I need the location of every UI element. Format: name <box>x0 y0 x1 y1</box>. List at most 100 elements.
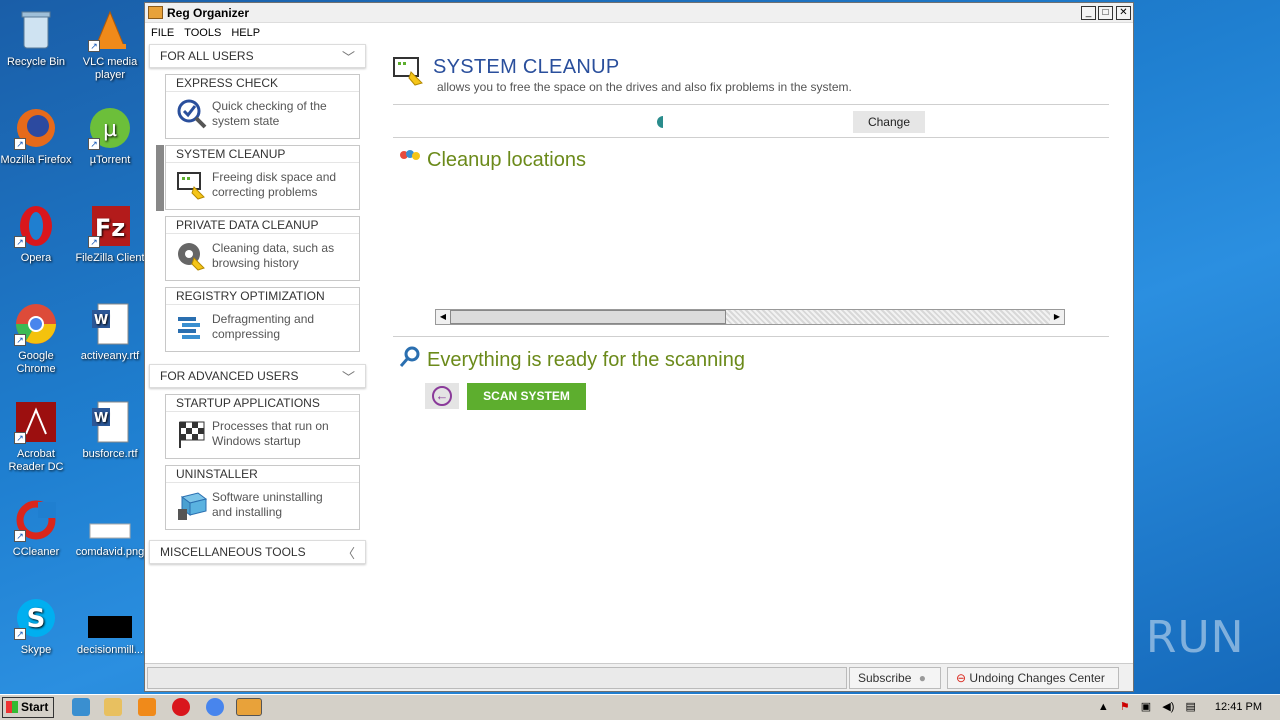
chrome-taskbar-icon[interactable] <box>206 698 224 716</box>
vlc-icon: ↗ <box>88 8 132 52</box>
cleanup-locations-label: Cleanup locations <box>427 148 586 171</box>
title-bar[interactable]: Reg Organizer _ □ ✕ <box>145 3 1133 23</box>
firefox-icon: ↗ <box>14 106 58 150</box>
desktop-icon-comdavid-png[interactable]: comdavid.png <box>74 498 146 559</box>
card-registry-optimization[interactable]: REGISTRY OPTIMIZATION Defragmenting and … <box>165 287 360 352</box>
menu-bar: FILE TOOLS HELP <box>145 23 1133 43</box>
card-uninstaller[interactable]: UNINSTALLER Software uninstalling and in… <box>165 465 360 530</box>
card-desc-line1: Cleaning data, such as <box>212 241 335 255</box>
undo-icon: ⊖ <box>956 671 967 685</box>
close-button[interactable]: ✕ <box>1116 6 1131 20</box>
acrobat-icon: ↗ <box>14 400 58 444</box>
image-file-icon <box>88 498 132 542</box>
divider <box>393 104 1109 105</box>
card-desc-line1: Processes that run on <box>212 419 329 433</box>
start-button[interactable]: Start <box>2 697 54 718</box>
undoing-changes-center-button[interactable]: ⊖ Undoing Changes Center <box>947 667 1119 689</box>
shortcut-arrow-icon: ↗ <box>14 334 26 346</box>
undo-center-label: Undoing Changes Center <box>969 671 1105 685</box>
page-header: SYSTEM CLEANUP allows you to free the sp… <box>393 44 1109 94</box>
word-document-icon: W <box>88 400 132 444</box>
window-title: Reg Organizer <box>167 5 250 20</box>
maximize-button[interactable]: □ <box>1098 6 1113 20</box>
desktop-icon-busforce-rtf[interactable]: W busforce.rtf <box>74 400 146 461</box>
section-miscellaneous-tools[interactable]: MISCELLANEOUS TOOLS 〈 <box>149 540 366 564</box>
menu-file[interactable]: FILE <box>151 27 174 39</box>
card-startup-applications[interactable]: STARTUP APPLICATIONS Processes that run … <box>165 394 360 459</box>
ccleaner-icon: ↗ <box>14 498 58 542</box>
card-title: SYSTEM CLEANUP <box>166 146 359 163</box>
change-button[interactable]: Change <box>853 111 925 133</box>
taskbar: Start ▲ ⚑ ▣ ◀) ▤ 12:41 PM <box>0 694 1280 720</box>
shortcut-arrow-icon: ↗ <box>88 138 100 150</box>
minimize-button[interactable]: _ <box>1081 6 1096 20</box>
reg-organizer-window: Reg Organizer _ □ ✕ FILE TOOLS HELP FOR … <box>144 2 1134 692</box>
card-private-data-cleanup[interactable]: PRIVATE DATA CLEANUP Cleaning data, such… <box>165 216 360 281</box>
scan-system-button[interactable]: SCAN SYSTEM <box>467 383 586 410</box>
tray-network-icon[interactable]: ▣ <box>1141 701 1151 713</box>
app-icon <box>148 6 163 19</box>
magnifier-icon <box>399 346 421 374</box>
tray-flag-icon[interactable]: ▤ <box>1185 701 1195 713</box>
card-express-check[interactable]: EXPRESS CHECK Quick checking of the syst… <box>165 74 360 139</box>
registry-blocks-icon <box>176 311 208 343</box>
internet-explorer-icon[interactable] <box>72 698 90 716</box>
desktop-icon-chrome[interactable]: ↗ Google Chrome <box>0 302 72 376</box>
section-for-all-users[interactable]: FOR ALL USERS ﹀ <box>149 44 366 68</box>
menu-help[interactable]: HELP <box>231 27 260 39</box>
watermark: ANY RUN <box>1038 612 1245 663</box>
desktop-icon-firefox[interactable]: ↗ Mozilla Firefox <box>0 106 72 167</box>
card-title: PRIVATE DATA CLEANUP <box>166 217 359 234</box>
opera-icon: ↗ <box>14 204 58 248</box>
desktop-icon-decisionmill[interactable]: decisionmill... <box>74 596 146 657</box>
card-desc-line2: compressing <box>212 327 281 341</box>
svg-text:µ: µ <box>103 117 117 142</box>
desktop-icon-vlc[interactable]: ↗ VLC media player <box>74 8 146 82</box>
scroll-right-button[interactable]: ▶ <box>1050 310 1064 324</box>
menu-tools[interactable]: TOOLS <box>184 27 221 39</box>
file-explorer-icon[interactable] <box>104 698 122 716</box>
desktop-icon-skype[interactable]: S ↗ Skype <box>0 596 72 657</box>
desktop-icon-acrobat[interactable]: ↗ Acrobat Reader DC <box>0 400 72 474</box>
location-pins-icon <box>399 148 421 172</box>
desktop-icon-recycle-bin[interactable]: Recycle Bin <box>0 8 72 69</box>
shortcut-arrow-icon: ↗ <box>14 236 26 248</box>
scroll-left-button[interactable]: ◀ <box>436 310 450 324</box>
utorrent-icon: µ ↗ <box>88 106 132 150</box>
back-button[interactable]: ← <box>425 383 459 409</box>
word-document-icon: W <box>88 302 132 346</box>
magnifier-check-icon <box>176 98 208 130</box>
tray-arrow-icon[interactable]: ▲ <box>1098 701 1109 713</box>
desktop-icon-filezilla[interactable]: Fz ↗ FileZilla Client <box>74 204 146 265</box>
horizontal-scrollbar[interactable]: ◀ ▶ <box>435 309 1065 325</box>
tray-volume-icon[interactable]: ◀) <box>1162 701 1174 713</box>
section-for-advanced-users[interactable]: FOR ADVANCED USERS ﹀ <box>149 364 366 388</box>
clock[interactable]: 12:41 PM <box>1215 701 1262 713</box>
card-system-cleanup[interactable]: SYSTEM CLEANUP Freeing disk space and co… <box>156 145 360 211</box>
chrome-icon: ↗ <box>14 302 58 346</box>
shortcut-arrow-icon: ↗ <box>88 40 100 52</box>
tray-security-icon[interactable]: ⚑ <box>1120 701 1130 713</box>
card-desc-line2: correcting problems <box>212 185 318 199</box>
user-icon: ● <box>918 671 926 685</box>
windows-logo-icon <box>6 701 18 713</box>
reg-organizer-taskbar-icon[interactable] <box>236 698 262 716</box>
opera-taskbar-icon[interactable] <box>172 698 190 716</box>
subscribe-button[interactable]: Subscribe ● <box>849 667 941 689</box>
status-message-field <box>147 667 847 689</box>
ready-heading: Everything is ready for the scanning <box>399 346 745 374</box>
desktop-icon-ccleaner[interactable]: ↗ CCleaner <box>0 498 72 559</box>
card-desc-line2: browsing history <box>212 256 299 270</box>
shortcut-arrow-icon: ↗ <box>14 138 26 150</box>
card-desc-line1: Freeing disk space and <box>212 170 337 184</box>
card-desc-line1: Defragmenting and <box>212 312 315 326</box>
media-player-icon[interactable] <box>138 698 156 716</box>
desktop-icon-activeany-rtf[interactable]: W activeany.rtf <box>74 302 146 363</box>
scrollbar-thumb[interactable] <box>450 310 726 324</box>
desktop-icon-utorrent[interactable]: µ ↗ µTorrent <box>74 106 146 167</box>
skype-icon: S ↗ <box>14 596 58 640</box>
shortcut-arrow-icon: ↗ <box>14 628 26 640</box>
desktop-icon-opera[interactable]: ↗ Opera <box>0 204 72 265</box>
card-desc-line1: Quick checking of the <box>212 99 327 113</box>
card-title: STARTUP APPLICATIONS <box>166 395 359 412</box>
